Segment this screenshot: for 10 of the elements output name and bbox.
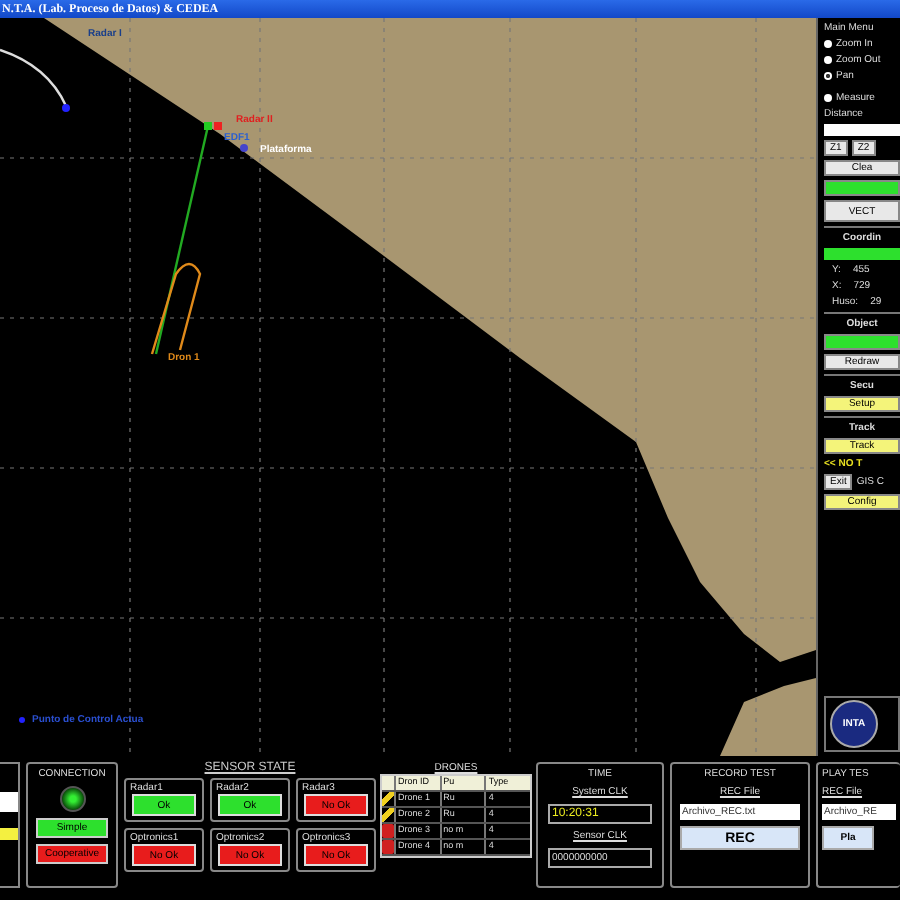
target-dot	[62, 104, 70, 112]
panel-frame	[0, 762, 20, 888]
track-line	[0, 48, 68, 107]
drone-track-line	[150, 263, 202, 355]
control-point-icon	[19, 717, 25, 723]
objects-button[interactable]	[824, 334, 900, 350]
status-button[interactable]	[824, 180, 900, 196]
platform-marker-icon	[240, 144, 248, 152]
coordinates-bar	[824, 248, 900, 260]
distance-field[interactable]	[824, 124, 900, 136]
